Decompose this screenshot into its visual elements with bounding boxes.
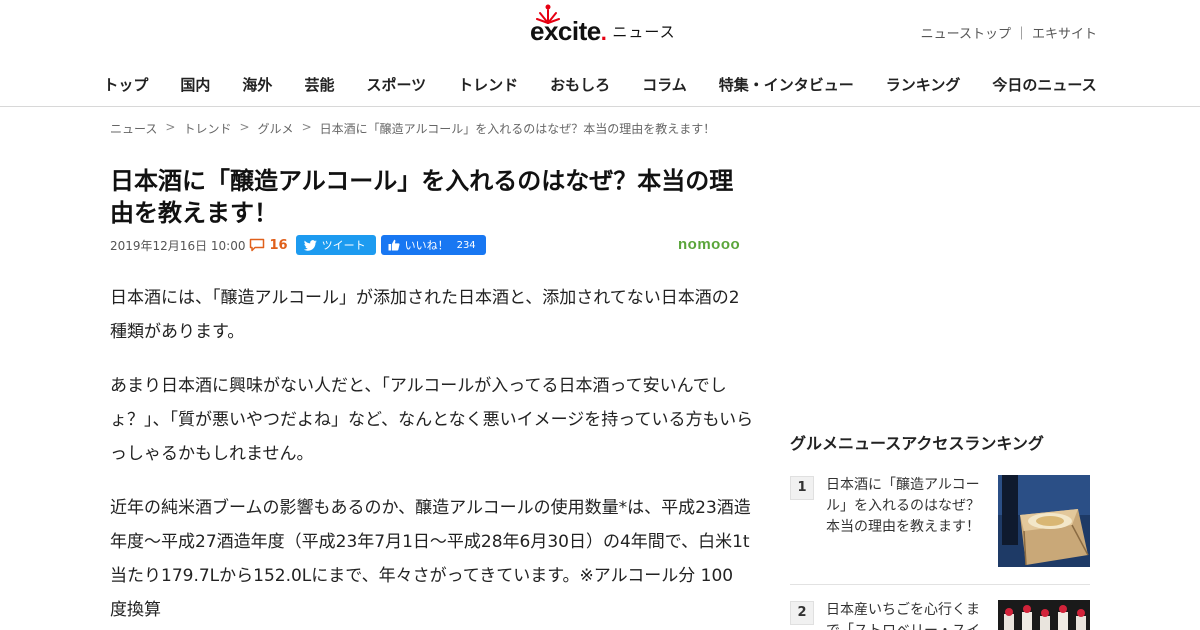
ranking-item[interactable]: 1 日本酒に「醸造アルコール」を入れるのはなぜ？本当の理由を教えます！ [790, 475, 1090, 585]
ranking-item-title[interactable]: 日本産いちごを心行くまで「ストロベリー・スイ [826, 600, 986, 630]
article-paragraph: 日本酒には、「醸造アルコール」が添加された日本酒と、添加されてない日本酒の2種類… [110, 288, 740, 342]
nav-domestic[interactable]: 国内 [164, 75, 226, 97]
like-label: いいね！ [404, 239, 449, 252]
ranking-thumbnail-sake[interactable] [998, 475, 1090, 567]
article-body: 日本酒には、「醸造アルコール」が添加された日本酒と、添加されてない日本酒の2種類… [110, 281, 755, 630]
logo-burst-icon [536, 4, 560, 24]
breadcrumb-news[interactable]: ニュース [110, 120, 157, 137]
nav-ranking[interactable]: ランキング [870, 75, 977, 97]
breadcrumb-separator: > [239, 120, 250, 134]
ranking-thumbnail-strawberry[interactable] [998, 600, 1090, 630]
article-paragraph: 近年の純米酒ブームの影響もあるのか、醸造アルコールの使用数量*は、平成23酒造年… [110, 498, 751, 620]
nav-entertainment[interactable]: 芸能 [288, 75, 350, 97]
rank-number: 2 [790, 601, 814, 625]
ranking-title: グルメニュースアクセスランキング [790, 434, 1044, 453]
comment-link[interactable]: 16 [249, 237, 288, 253]
breadcrumb-gourmet[interactable]: グルメ [258, 120, 294, 137]
ranking-item[interactable]: 2 日本産いちごを心行くまで「ストロベリー・スイ [790, 600, 1090, 630]
like-count: 234 [456, 239, 476, 251]
nav-column[interactable]: コラム [626, 75, 703, 97]
logo-dot: . [600, 20, 607, 45]
facebook-like-button[interactable]: いいね！ 234 [380, 235, 486, 255]
logo-wordmark: excite. [530, 4, 607, 46]
sake-masu-image [998, 475, 1090, 567]
breadcrumb-separator: > [165, 120, 176, 134]
article-date: 2019年12月16日 10:00 [110, 238, 246, 253]
comment-count: 16 [269, 237, 288, 253]
logo-suffix: ニュース [612, 23, 676, 41]
article-paragraph: あまり日本酒に興味がない人だと、「アルコールが入ってる日本酒って安いんでしょ？」… [110, 376, 754, 464]
source-logo-nomooo[interactable]: nomooo [678, 236, 740, 253]
excite-news-logo[interactable]: excite. ニュース [530, 4, 676, 46]
breadcrumb-separator: > [301, 120, 312, 134]
nav-today[interactable]: 今日のニュース [976, 75, 1112, 97]
article-title: 日本酒に「醸造アルコール」を入れるのはなぜ？本当の理由を教えます！ [110, 167, 734, 227]
breadcrumb-trend[interactable]: トレンド [183, 120, 231, 137]
nav-features[interactable]: 特集・インタビュー [703, 75, 870, 97]
nav-top[interactable]: トップ [87, 75, 164, 97]
nav-sports[interactable]: スポーツ [350, 75, 442, 97]
tweet-label: ツイート [321, 239, 366, 252]
site-header: excite. ニュース ニューストップ ｜ エキサイト トップ 国内 海外 芸… [0, 0, 1200, 107]
link-news-top[interactable]: ニューストップ [921, 23, 1011, 42]
breadcrumb: ニュース > トレンド > グルメ > 日本酒に「醸造アルコール」を入れるのはな… [110, 120, 715, 137]
rank-number: 1 [790, 476, 814, 500]
main-nav: トップ 国内 海外 芸能 スポーツ トレンド おもしろ コラム 特集・インタビュ… [0, 75, 1200, 97]
ranking-item-title[interactable]: 日本酒に「醸造アルコール」を入れるのはなぜ？本当の理由を教えます！ [826, 475, 986, 538]
strawberry-dessert-image [998, 600, 1090, 630]
link-excite[interactable]: エキサイト [1032, 23, 1097, 42]
nav-world[interactable]: 海外 [226, 75, 288, 97]
top-link-separator: ｜ [1014, 27, 1028, 42]
comment-icon [250, 238, 265, 252]
tweet-button[interactable]: ツイート [295, 235, 376, 255]
twitter-bird-icon [303, 239, 317, 251]
nav-trend[interactable]: トレンド [442, 75, 534, 97]
thumbs-up-icon [388, 239, 400, 251]
nav-fun[interactable]: おもしろ [534, 75, 626, 97]
breadcrumb-current: 日本酒に「醸造アルコール」を入れるのはなぜ？本当の理由を教えます！ [319, 122, 716, 136]
top-links: ニューストップ ｜ エキサイト [921, 23, 1097, 42]
article-meta: 2019年12月16日 10:00 16 ツイート いいね！ 234 [110, 234, 486, 256]
